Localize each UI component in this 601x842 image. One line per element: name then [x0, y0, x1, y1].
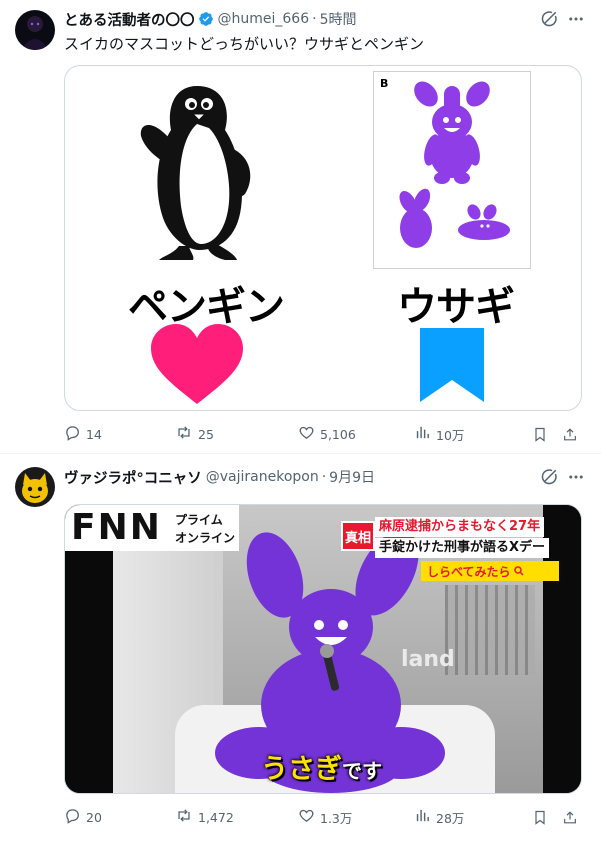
fnn-logo-sub-1: プライム: [175, 513, 223, 527]
retweet-icon: [175, 807, 193, 827]
like-count: 1.3万: [320, 810, 353, 826]
reply-count: 20: [86, 809, 102, 825]
like-icon: [298, 424, 315, 444]
reply-icon: [64, 424, 81, 444]
like-button[interactable]: 5,106: [298, 424, 356, 444]
separator-dot: ·: [321, 469, 327, 485]
views-icon: [414, 807, 431, 827]
search-icon: [513, 562, 525, 581]
timestamp[interactable]: 5時間: [320, 9, 357, 29]
more-icon[interactable]: [565, 9, 587, 29]
reply-button[interactable]: 20: [64, 807, 102, 827]
tweet-text: スイカのマスコットどっちがいい？ウサギとペンギン: [64, 35, 425, 53]
display-name[interactable]: ヴァジラポ°コニャソ: [64, 467, 202, 488]
like-icon: [298, 807, 315, 827]
views-icon: [414, 424, 431, 444]
retweet-icon: [175, 424, 193, 444]
fnn-logo-sub-2: オンライン: [175, 531, 236, 545]
headline-line-2: 手錠かけた刑事が語るXデー: [375, 538, 550, 558]
retweet-button[interactable]: 1,472: [175, 807, 234, 827]
tweet-video-image[interactable]: land FNN プライム オンライン 真相 麻原逮捕からまもなく27年 手錠か…: [64, 504, 582, 794]
reply-icon: [64, 807, 81, 827]
share-icon[interactable]: [562, 424, 578, 444]
search-banner-label: しらべてみたら: [427, 564, 511, 579]
subtitle-yellow: うさぎ: [261, 754, 342, 785]
reply-button[interactable]: 14: [64, 424, 102, 444]
bookmark-icon[interactable]: [532, 807, 548, 827]
tweet-actions: 20 1,472 1.3万 28万: [64, 807, 582, 827]
tweet-actions: 14 25 5,106 10万: [64, 424, 582, 444]
tweet-image[interactable]: ペンギン B ウサギ: [64, 65, 582, 411]
headline-tag: 真相: [341, 521, 375, 551]
ribbon-icon: [418, 328, 486, 404]
grok-icon[interactable]: [539, 467, 559, 487]
fnn-logo-text: FNN: [71, 507, 162, 548]
handle[interactable]: @humei_666: [218, 11, 310, 27]
news-headline: 真相 麻原逮捕からまもなく27年 手錠かけた刑事が語るXデー しらべてみたら: [341, 515, 573, 583]
views-count: 10万: [436, 427, 465, 443]
timestamp[interactable]: 9月9日: [329, 467, 375, 487]
avatar[interactable]: [15, 10, 55, 50]
separator-dot: ·: [312, 11, 317, 27]
retweet-button[interactable]: 25: [175, 424, 214, 444]
fnn-logo: FNN プライム オンライン: [65, 505, 239, 551]
retweet-count: 25: [198, 426, 214, 442]
video-subtitle: うさぎ です: [261, 747, 382, 785]
tweet-2[interactable]: ヴァジラポ°コニャソ @vajiranekopon · 9月9日 land FN…: [0, 454, 601, 842]
headline-line-1: 麻原逮捕からまもなく27年: [375, 517, 545, 537]
penguin-illustration: [133, 78, 263, 268]
subtitle-white: です: [342, 759, 382, 783]
bookmark-icon[interactable]: [532, 424, 548, 444]
like-count: 5,106: [320, 426, 356, 442]
display-name[interactable]: とある活動者の〇〇: [64, 9, 195, 30]
share-icon[interactable]: [562, 807, 578, 827]
rabbit-design-panel: B: [373, 71, 531, 269]
grok-icon[interactable]: [539, 9, 559, 29]
verified-badge-icon: [198, 11, 214, 27]
views-button[interactable]: 10万: [414, 424, 464, 444]
more-icon[interactable]: [565, 467, 587, 487]
views-button[interactable]: 28万: [414, 807, 464, 827]
retweet-count: 1,472: [198, 809, 234, 825]
avatar[interactable]: [15, 467, 55, 507]
like-button[interactable]: 1.3万: [298, 807, 352, 827]
reply-count: 14: [86, 426, 102, 442]
handle[interactable]: @vajiranekopon: [206, 469, 319, 485]
views-count: 28万: [436, 810, 465, 826]
heart-icon: [149, 324, 245, 406]
rabbit-label: ウサギ: [397, 284, 515, 330]
tweet-1[interactable]: とある活動者の〇〇 @humei_666 · 5時間 スイカのマスコットどっちが…: [0, 0, 601, 452]
search-banner: しらべてみたら: [421, 561, 559, 581]
